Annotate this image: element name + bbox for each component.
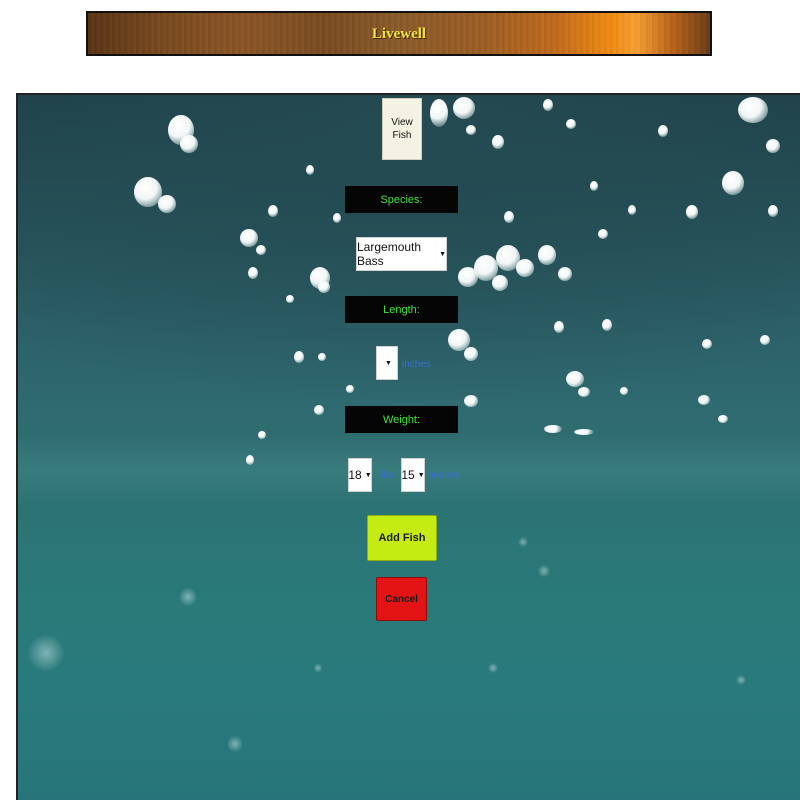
bubble bbox=[466, 125, 476, 135]
bubble bbox=[566, 119, 576, 129]
weight-lbs-value: 18 bbox=[348, 468, 362, 482]
bubble bbox=[628, 205, 636, 215]
bubble bbox=[228, 735, 242, 753]
bubble bbox=[430, 99, 448, 127]
bubble bbox=[492, 135, 504, 149]
length-unit-label: inches bbox=[402, 359, 431, 370]
bubble bbox=[760, 335, 770, 345]
bubble bbox=[558, 267, 572, 281]
bubble bbox=[516, 259, 534, 277]
bubble bbox=[240, 229, 258, 247]
bubble bbox=[314, 663, 322, 673]
bubble bbox=[598, 229, 608, 239]
bubble bbox=[256, 245, 266, 255]
weight-oz-value: 15 bbox=[401, 468, 415, 482]
bubble bbox=[306, 165, 314, 175]
bubble bbox=[566, 371, 584, 387]
bubble bbox=[702, 339, 712, 349]
livewell-banner: Livewell bbox=[86, 11, 712, 56]
bubble bbox=[538, 565, 550, 577]
weight-oz-unit-label: ounces bbox=[428, 470, 461, 481]
bubble bbox=[718, 415, 728, 423]
weight-oz-select[interactable]: 15 ▼ bbox=[401, 458, 425, 492]
bubble bbox=[294, 351, 304, 363]
species-select[interactable]: Largemouth Bass ▼ bbox=[356, 237, 447, 271]
bubble bbox=[738, 97, 768, 123]
weight-label: Weight: bbox=[345, 406, 458, 433]
species-select-value: Largemouth Bass bbox=[357, 240, 422, 268]
caret-down-icon: ▼ bbox=[439, 250, 446, 258]
bubble bbox=[686, 205, 698, 219]
length-label: Length: bbox=[345, 296, 458, 323]
view-fish-label-line1: View bbox=[391, 117, 413, 128]
bubble bbox=[538, 245, 556, 265]
bubble bbox=[658, 125, 668, 137]
bubble bbox=[574, 429, 594, 435]
bubble bbox=[180, 135, 198, 153]
weight-lbs-select[interactable]: 18 ▼ bbox=[348, 458, 372, 492]
bubble bbox=[602, 319, 612, 331]
bubble bbox=[504, 211, 514, 223]
caret-down-icon: ▼ bbox=[364, 471, 372, 479]
bubble bbox=[722, 171, 744, 195]
bubble bbox=[768, 205, 778, 217]
bubble bbox=[314, 405, 324, 415]
weight-lbs-unit-label: lbs bbox=[381, 470, 394, 481]
bubble bbox=[268, 205, 278, 217]
view-fish-label-line2: Fish bbox=[392, 130, 412, 141]
bubble bbox=[736, 675, 746, 685]
bubble bbox=[578, 387, 590, 397]
bubble bbox=[492, 275, 508, 291]
bubble bbox=[518, 537, 528, 547]
bubble bbox=[554, 321, 564, 333]
view-fish-button[interactable]: View Fish bbox=[382, 98, 422, 160]
cancel-button[interactable]: Cancel bbox=[376, 577, 427, 621]
bubble bbox=[766, 139, 780, 153]
bubble bbox=[246, 455, 254, 465]
bubble bbox=[180, 587, 196, 607]
bubble bbox=[464, 347, 478, 361]
bubble bbox=[346, 385, 354, 393]
bubble bbox=[258, 431, 266, 439]
add-fish-button[interactable]: Add Fish bbox=[367, 515, 437, 561]
bubble bbox=[286, 295, 294, 303]
length-select[interactable]: ▼ bbox=[376, 346, 398, 380]
bubble bbox=[544, 425, 562, 433]
bubble bbox=[333, 213, 341, 223]
caret-down-icon: ▼ bbox=[417, 471, 425, 479]
bubble bbox=[318, 353, 326, 361]
bubble bbox=[464, 395, 478, 407]
bubble bbox=[158, 195, 176, 213]
bubble bbox=[698, 395, 710, 405]
bubble bbox=[453, 97, 475, 119]
bubble bbox=[620, 387, 628, 395]
bubble bbox=[488, 663, 498, 673]
bubble bbox=[543, 99, 553, 111]
bubble bbox=[248, 267, 258, 279]
caret-down-icon: ▼ bbox=[385, 359, 392, 367]
app-title: Livewell bbox=[371, 26, 427, 42]
bubble bbox=[590, 181, 598, 191]
bubble bbox=[318, 281, 330, 293]
bubble bbox=[28, 635, 64, 671]
species-label: Species: bbox=[345, 186, 458, 213]
